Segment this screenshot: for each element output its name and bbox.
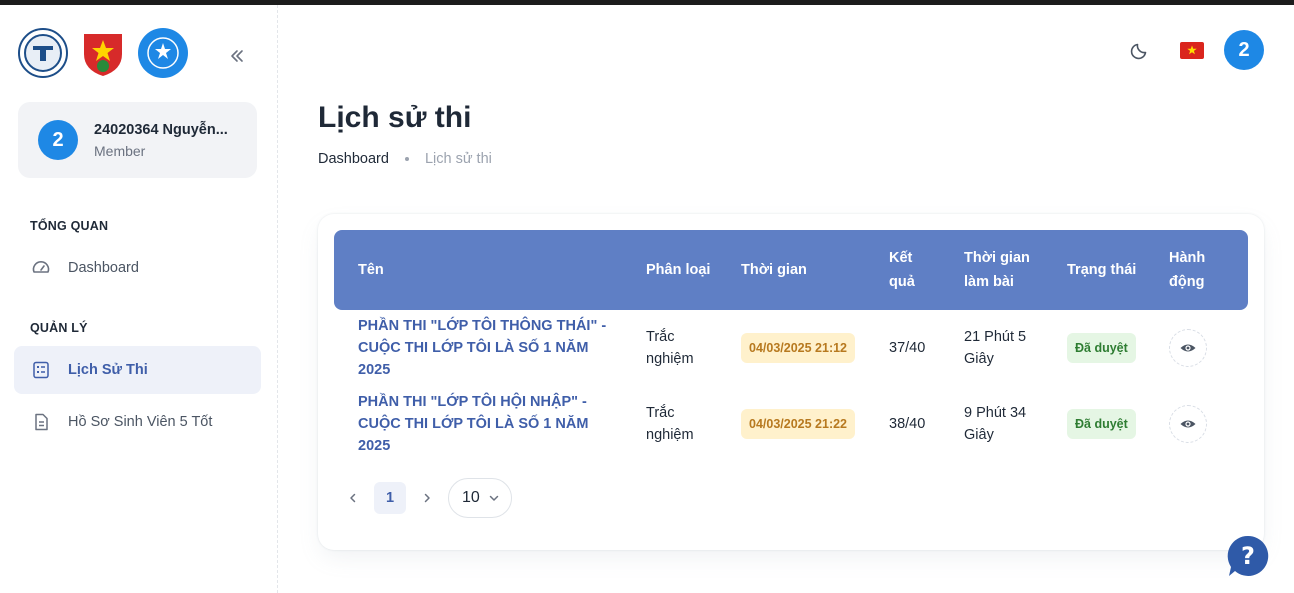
exam-name-link[interactable]: PHẦN THI "LỚP TÔI HỘI NHẬP" - CUỘC THI L… [358, 391, 618, 457]
page-size-value: 10 [462, 489, 480, 506]
page-size-select[interactable]: 10 [448, 478, 512, 518]
exam-result: 37/40 [889, 340, 926, 356]
language-button[interactable] [1172, 30, 1212, 70]
university-logo [18, 28, 68, 78]
status-badge: Đã duyệt [1067, 409, 1136, 439]
eye-icon [1180, 344, 1196, 352]
column-header-time: Thời gian [741, 262, 807, 278]
view-exam-button[interactable] [1169, 329, 1207, 367]
table-row: PHẦN THI "LỚP TÔI THÔNG THÁI" - CUỘC THI… [334, 310, 1248, 386]
column-header-action-line1: Hành [1169, 250, 1206, 266]
sidebar-item-dashboard[interactable]: Dashboard [14, 244, 261, 292]
youth-union-logo [78, 28, 128, 78]
exam-category: Trắc nghiệm [646, 405, 694, 443]
sidebar: 2 24020364 Nguyễn... Member TỔNG QUAN Da… [0, 5, 278, 593]
exam-duration: 21 Phút 5 Giây [964, 329, 1027, 367]
column-header-action-line2: động [1169, 274, 1205, 290]
vietnam-flag-icon [1180, 41, 1204, 59]
exam-list-icon [30, 359, 52, 381]
theme-toggle-button[interactable] [1120, 30, 1160, 70]
chevron-right-icon [424, 493, 430, 503]
moon-icon [1130, 43, 1147, 60]
view-exam-button[interactable] [1169, 405, 1207, 443]
speedometer-icon [30, 257, 52, 279]
collapse-sidebar-button[interactable] [224, 43, 250, 69]
column-header-duration-line1: Thời gian [964, 250, 1030, 266]
svg-text:?: ? [1241, 542, 1255, 570]
pagination: 1 10 [342, 478, 512, 518]
column-header-result-line1: Kết [889, 250, 913, 266]
double-chevron-left-icon [231, 50, 243, 62]
column-header-category: Phân loại [646, 262, 711, 278]
breadcrumb-current: Lịch sử thi [424, 151, 492, 167]
column-header-action: Hành động [1169, 230, 1205, 310]
help-bubble-icon: ? [1227, 535, 1269, 576]
nav-section-overview: TỔNG QUAN [30, 219, 109, 233]
document-icon [30, 411, 52, 433]
sidebar-item-exam-history[interactable]: Lịch Sử Thi [14, 346, 261, 394]
user-role: Member [94, 142, 146, 159]
student-association-logo [138, 28, 188, 78]
exam-history-card: Tên Phân loại Thời gian Kết quả Thời gia… [318, 214, 1264, 550]
status-badge: Đã duyệt [1067, 333, 1136, 363]
logo-group [18, 28, 188, 78]
breadcrumb-separator [404, 157, 409, 161]
page-number-button[interactable]: 1 [374, 482, 406, 514]
table-header: Tên Phân loại Thời gian Kết quả Thời gia… [334, 230, 1248, 310]
exam-result: 38/40 [889, 416, 926, 432]
avatar: 2 [38, 120, 78, 160]
column-header-result: Kết quả [889, 230, 915, 310]
exam-duration: 9 Phút 34 Giây [964, 405, 1027, 443]
exam-time-badge: 04/03/2025 21:12 [741, 333, 856, 363]
column-header-duration: Thời gian làm bài [964, 230, 1030, 310]
column-header-result-line2: quả [889, 274, 915, 290]
previous-page-button[interactable] [342, 487, 364, 509]
column-header-duration-line2: làm bài [964, 274, 1014, 290]
breadcrumb: Dashboard Lịch sử thi [318, 151, 492, 167]
sidebar-item-label: Lịch Sử Thi [68, 362, 148, 378]
page-title: Lịch sử thi [318, 101, 472, 134]
sidebar-item-student-profile[interactable]: Hồ Sơ Sinh Viên 5 Tốt [14, 398, 261, 446]
nav-section-management: QUẢN LÝ [30, 321, 88, 335]
column-header-status: Trạng thái [1067, 262, 1137, 278]
user-name: 24020364 Nguyễn... [94, 121, 228, 138]
table-row: PHẦN THI "LỚP TÔI HỘI NHẬP" - CUỘC THI L… [334, 386, 1248, 462]
sidebar-item-label: Hồ Sơ Sinh Viên 5 Tốt [68, 414, 213, 430]
user-card[interactable]: 2 24020364 Nguyễn... Member [18, 102, 257, 178]
account-avatar-button[interactable]: 2 [1224, 30, 1264, 70]
chevron-left-icon [350, 493, 356, 503]
sidebar-item-label: Dashboard [68, 260, 139, 276]
exam-time-badge: 04/03/2025 21:22 [741, 409, 856, 439]
breadcrumb-home-link[interactable]: Dashboard [318, 151, 389, 167]
eye-icon [1180, 420, 1196, 428]
chevron-down-icon [488, 492, 500, 504]
exam-category: Trắc nghiệm [646, 329, 694, 367]
column-header-name: Tên [358, 262, 384, 278]
help-chat-button[interactable]: ? [1226, 534, 1270, 578]
next-page-button[interactable] [416, 487, 438, 509]
exam-name-link[interactable]: PHẦN THI "LỚP TÔI THÔNG THÁI" - CUỘC THI… [358, 315, 618, 381]
